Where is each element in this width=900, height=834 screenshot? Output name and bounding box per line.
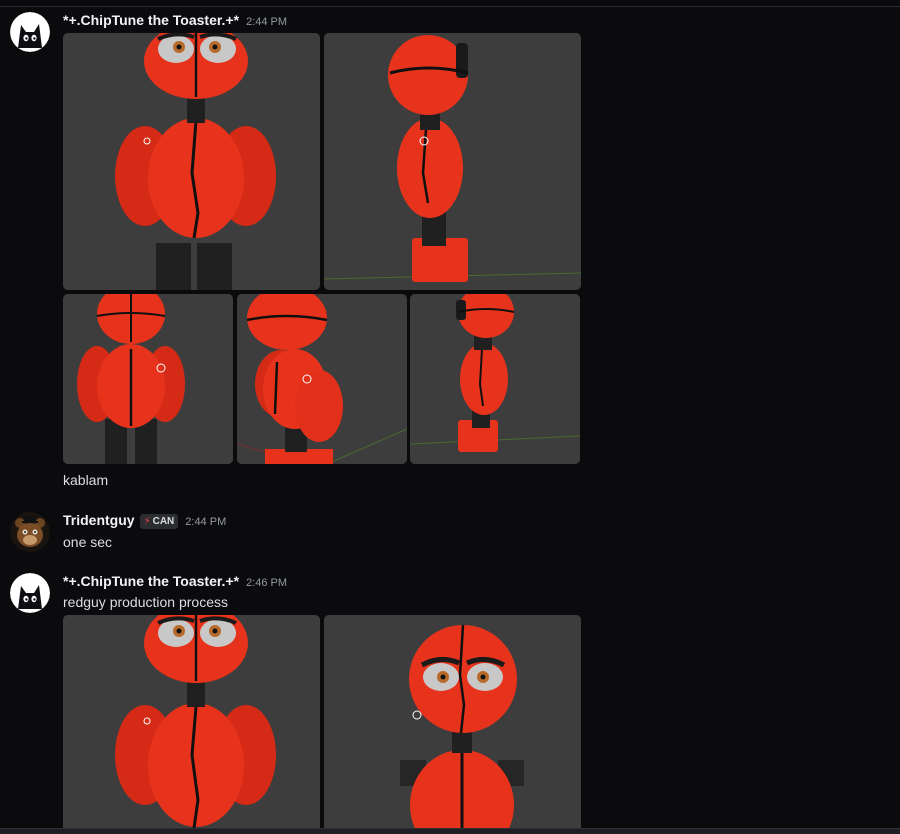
bear-animatronic-avatar-icon[interactable] <box>10 512 50 552</box>
black-cat-avatar-icon[interactable] <box>10 573 50 613</box>
username[interactable]: *+.ChipTune the Toaster.+* <box>63 12 239 28</box>
message-header: *+.ChipTune the Toaster.+* 2:46 PM <box>63 573 287 589</box>
message-text: kablam <box>63 472 109 488</box>
guild-tag-badge[interactable]: ⚡ CAN <box>139 514 179 529</box>
message-header: Tridentguy ⚡ CAN 2:44 PM <box>63 512 226 530</box>
attachment-image[interactable] <box>63 294 233 464</box>
timestamp[interactable]: 2:44 PM <box>246 16 287 28</box>
attachment-image[interactable] <box>63 33 320 290</box>
lightning-icon: ⚡ <box>143 516 151 527</box>
badge-label: CAN <box>152 516 175 527</box>
message-text: one sec <box>63 534 113 550</box>
bottom-bar <box>0 828 900 834</box>
attachment-image[interactable] <box>237 294 407 464</box>
message-text: redguy production process <box>63 594 228 610</box>
attachment-image[interactable] <box>324 33 581 290</box>
timestamp[interactable]: 2:46 PM <box>246 577 287 589</box>
black-cat-avatar-icon[interactable] <box>10 12 50 52</box>
message-header: *+.ChipTune the Toaster.+* 2:44 PM <box>63 12 287 28</box>
attachment-image[interactable] <box>63 615 320 828</box>
attachment-image[interactable] <box>324 615 581 828</box>
username[interactable]: *+.ChipTune the Toaster.+* <box>63 573 239 589</box>
username[interactable]: Tridentguy <box>63 512 135 528</box>
attachment-image[interactable] <box>410 294 580 464</box>
top-divider <box>0 6 900 7</box>
timestamp[interactable]: 2:44 PM <box>185 516 226 528</box>
